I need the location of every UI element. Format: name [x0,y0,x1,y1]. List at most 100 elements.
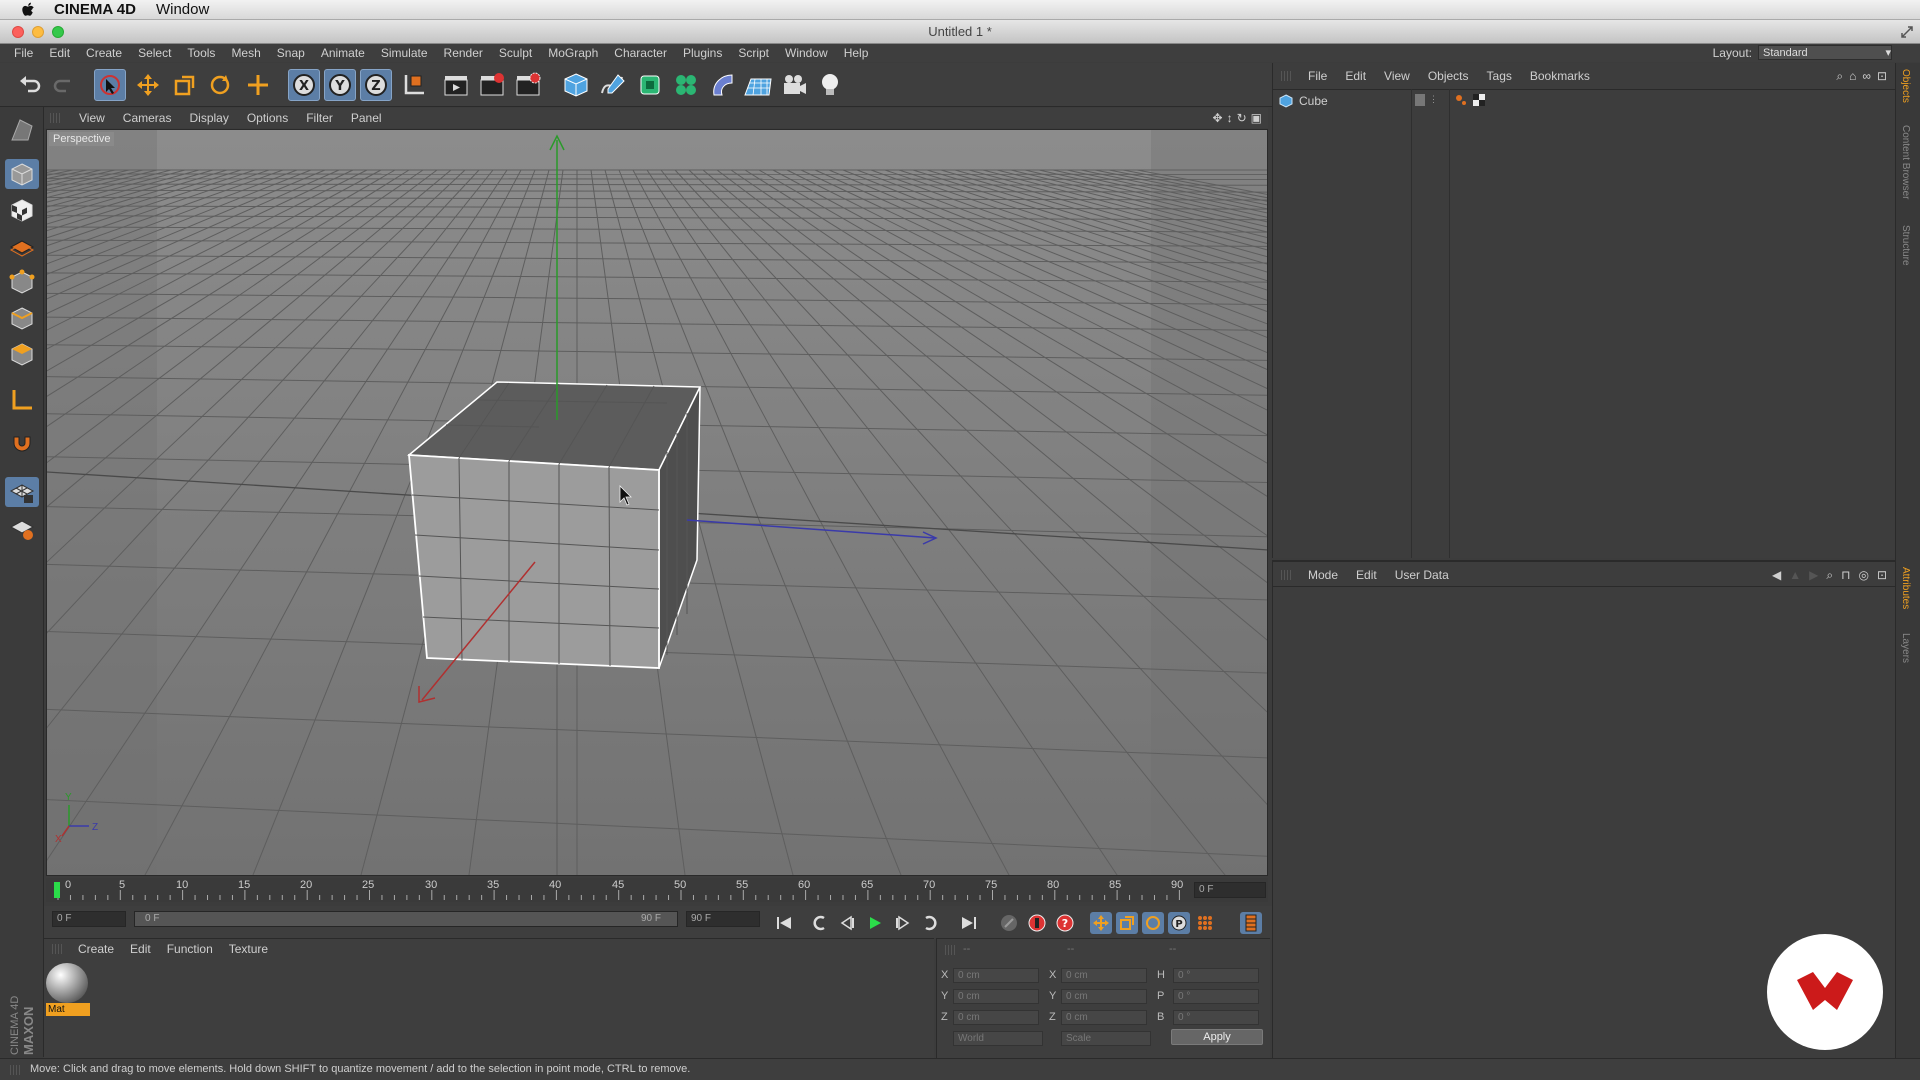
frame-range-slider[interactable]: 0 F 90 F [134,911,678,927]
cube-object[interactable] [407,381,702,669]
menu-window[interactable]: Window [777,46,836,60]
add-spline-button[interactable] [596,69,628,101]
material-menu-function[interactable]: Function [159,942,221,956]
menu-snap[interactable]: Snap [269,46,313,60]
make-editable-button[interactable] [5,115,39,145]
menu-mesh[interactable]: Mesh [223,46,268,60]
go-to-end-button[interactable] [958,912,980,934]
material-swatch[interactable]: Mat [46,963,90,1016]
scale-key-button[interactable] [1116,912,1138,934]
menu-tools[interactable]: Tools [179,46,223,60]
object-menu-bookmarks[interactable]: Bookmarks [1521,69,1599,83]
zoom-view-icon[interactable]: ↕ [1227,111,1233,125]
end-frame-field[interactable]: 90 F [686,911,760,927]
rot-p-field[interactable]: 0 ° [1173,989,1259,1004]
workplane-lock-button[interactable] [5,477,39,507]
back-arrow-icon[interactable]: ◀ [1772,568,1781,583]
render-view-button[interactable] [440,69,472,101]
forward-arrow-icon[interactable]: ▶ [1809,568,1818,583]
pan-view-icon[interactable]: ✥ [1213,111,1223,125]
undo-button[interactable] [14,69,46,101]
viewport-menu-view[interactable]: View [70,111,114,125]
move-tool-button[interactable] [132,69,164,101]
material-menu-edit[interactable]: Edit [122,942,159,956]
tab-attributes[interactable]: Attributes [1900,567,1911,609]
tab-content-browser[interactable]: Content Browser [1900,125,1911,199]
menu-help[interactable]: Help [836,46,877,60]
material-menu-texture[interactable]: Texture [221,942,276,956]
target-icon[interactable]: ◎ [1858,568,1868,583]
menu-sculpt[interactable]: Sculpt [491,46,540,60]
pos-z-field[interactable]: 0 cm [953,1010,1039,1025]
next-frame-button[interactable] [892,912,914,934]
search-icon[interactable]: ⌕ [1826,568,1833,583]
add-deformer-button[interactable] [706,69,738,101]
apple-icon[interactable] [18,0,40,20]
size-x-field[interactable]: 0 cm [1061,968,1147,983]
panel-grip-icon[interactable] [52,944,62,954]
object-menu-file[interactable]: File [1299,69,1336,83]
size-y-field[interactable]: 0 cm [1061,989,1147,1004]
viewport-menu-options[interactable]: Options [238,111,297,125]
render-picture-viewer-button[interactable] [476,69,508,101]
menu-create[interactable]: Create [78,46,130,60]
timeline-window-button[interactable] [1240,912,1262,934]
size-z-field[interactable]: 0 cm [1061,1010,1147,1025]
tab-structure[interactable]: Structure [1900,225,1911,266]
edges-mode-button[interactable] [5,303,39,333]
menu-script[interactable]: Script [730,46,777,60]
object-menu-edit[interactable]: Edit [1336,69,1375,83]
previous-keyframe-button[interactable] [808,912,830,934]
object-menu-tags[interactable]: Tags [1478,69,1521,83]
render-visibility-icon[interactable]: ⋮ [1429,94,1438,106]
position-key-button[interactable] [1090,912,1112,934]
workplane-mode-button[interactable] [5,231,39,261]
record-active-button[interactable] [998,912,1020,934]
recent-tool-button[interactable] [242,69,274,101]
add-nurbs-button[interactable] [634,69,666,101]
panel-grip-icon[interactable] [945,945,955,955]
points-mode-button[interactable] [5,267,39,297]
home-icon[interactable]: ⌂ [1849,69,1856,84]
axis-mode-button[interactable] [5,385,39,415]
search-icon[interactable]: ⌕ [1836,69,1843,84]
menu-animate[interactable]: Animate [313,46,373,60]
window-menu[interactable]: Window [156,1,209,18]
app-menu[interactable]: CINEMA 4D [54,1,136,18]
panel-grip-icon[interactable] [50,113,60,123]
texture-mode-button[interactable] [5,195,39,225]
pos-y-field[interactable]: 0 cm [953,989,1039,1004]
rotation-key-button[interactable] [1142,912,1164,934]
add-camera-button[interactable] [778,69,810,101]
new-window-icon[interactable]: ⊡ [1877,69,1887,84]
object-menu-view[interactable]: View [1375,69,1419,83]
panel-grip-icon[interactable] [1281,570,1291,580]
tab-layers[interactable]: Layers [1900,633,1911,663]
attribute-menu-mode[interactable]: Mode [1299,568,1347,582]
new-window-icon[interactable]: ⊡ [1877,568,1887,583]
material-menu-create[interactable]: Create [70,942,122,956]
next-keyframe-button[interactable] [920,912,942,934]
lock-icon[interactable]: ⊓ [1841,568,1850,583]
viewport-menu-display[interactable]: Display [180,111,237,125]
tab-objects[interactable]: Objects [1900,69,1911,103]
pos-x-field[interactable]: 0 cm [953,968,1039,983]
menu-character[interactable]: Character [606,46,675,60]
panel-grip-icon[interactable] [1281,71,1291,81]
render-settings-button[interactable] [512,69,544,101]
add-light-button[interactable] [814,69,846,101]
coordinate-system-button[interactable] [398,69,430,101]
viewport-menu-filter[interactable]: Filter [297,111,342,125]
playhead-marker[interactable] [54,882,60,898]
size-mode-select[interactable]: Scale [1061,1031,1151,1046]
add-cube-button[interactable] [560,69,592,101]
workplane-solo-button[interactable] [5,513,39,543]
redo-button[interactable] [48,69,80,101]
x-axis-lock-button[interactable]: X [288,69,320,101]
y-axis-lock-button[interactable]: Y [324,69,356,101]
viewport-menu-cameras[interactable]: Cameras [114,111,181,125]
maximize-view-icon[interactable]: ▣ [1251,111,1262,125]
menu-simulate[interactable]: Simulate [373,46,436,60]
menu-edit[interactable]: Edit [41,46,78,60]
model-mode-button[interactable] [5,159,39,189]
